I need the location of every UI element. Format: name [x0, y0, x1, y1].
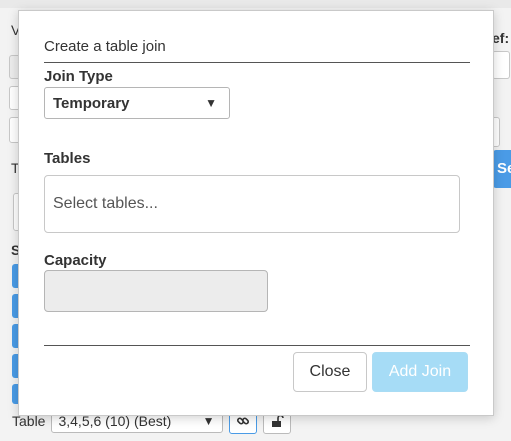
- chevron-down-icon: ▼: [205, 96, 217, 110]
- bg-blue-button[interactable]: Se: [493, 150, 511, 188]
- tables-input[interactable]: Select tables...: [44, 175, 460, 233]
- capacity-label: Capacity: [44, 252, 107, 269]
- bg-field-right[interactable]: [492, 51, 510, 79]
- tables-label: Tables: [44, 150, 91, 167]
- add-join-button[interactable]: Add Join: [372, 352, 468, 392]
- close-button[interactable]: Close: [293, 352, 367, 392]
- bg-fragment-ref: ef:: [492, 30, 510, 46]
- modal-title: Create a table join: [44, 38, 166, 55]
- top-strip: [0, 0, 511, 8]
- join-type-value: Temporary: [53, 94, 130, 112]
- create-join-modal: Create a table join Join Type Temporary …: [18, 10, 494, 416]
- tables-placeholder: Select tables...: [53, 195, 158, 212]
- header-divider: [44, 62, 470, 63]
- capacity-field[interactable]: [44, 270, 268, 312]
- join-type-select[interactable]: Temporary ▼: [44, 87, 230, 119]
- chevron-down-icon: ▼: [202, 414, 215, 428]
- footer-divider: [44, 345, 470, 346]
- unlock-icon: [272, 414, 285, 427]
- join-type-label: Join Type: [44, 68, 113, 85]
- link-icon: [237, 417, 250, 425]
